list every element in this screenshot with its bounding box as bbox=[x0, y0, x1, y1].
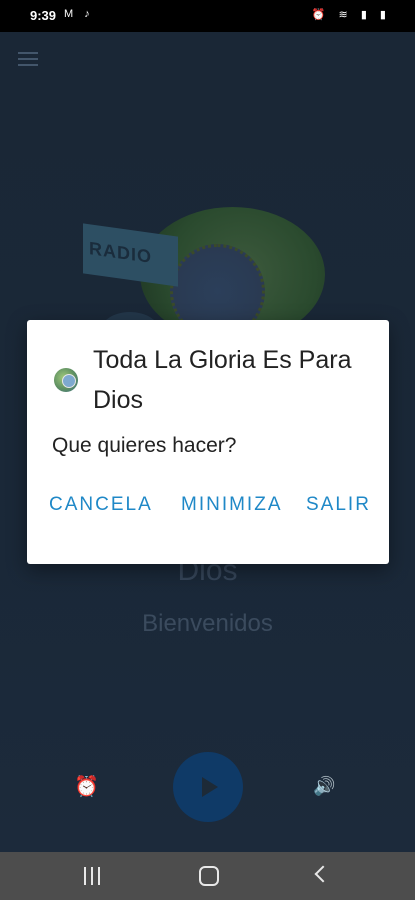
cancel-button[interactable]: CANCELA bbox=[49, 494, 153, 516]
app-icon bbox=[54, 368, 78, 392]
play-button[interactable] bbox=[173, 752, 243, 822]
player-controls: ⏰ 🔊 bbox=[0, 752, 415, 822]
system-nav-bar bbox=[0, 852, 415, 900]
minimize-button[interactable]: MINIMIZA bbox=[181, 494, 283, 516]
alarm-icon[interactable]: ⏰ bbox=[74, 774, 100, 800]
exit-button[interactable]: SALIR bbox=[306, 494, 371, 516]
recents-icon[interactable] bbox=[84, 867, 104, 885]
station-subtitle: Bienvenidos bbox=[142, 610, 273, 637]
dialog-actions: CANCELA MINIMIZA SALIR bbox=[27, 494, 389, 524]
menu-icon[interactable] bbox=[18, 52, 38, 68]
status-time: 9:39 bbox=[30, 8, 57, 23]
notification-icons: M ♪ bbox=[64, 8, 94, 20]
play-icon bbox=[202, 777, 218, 797]
back-icon[interactable] bbox=[314, 865, 332, 883]
dialog-title: Toda La Gloria Es Para Dios bbox=[93, 346, 352, 414]
home-icon[interactable] bbox=[199, 866, 219, 886]
dialog-message: Que quieres hacer? bbox=[52, 434, 237, 457]
volume-icon[interactable]: 🔊 bbox=[313, 776, 339, 802]
exit-dialog: Toda La Gloria Es Para Dios Que quieres … bbox=[27, 320, 389, 564]
status-bar: 9:39 M ♪ ⏰ ≋ ▮ ▮ bbox=[0, 0, 415, 32]
system-status-icons: ⏰ ≋ ▮ ▮ bbox=[311, 9, 391, 21]
